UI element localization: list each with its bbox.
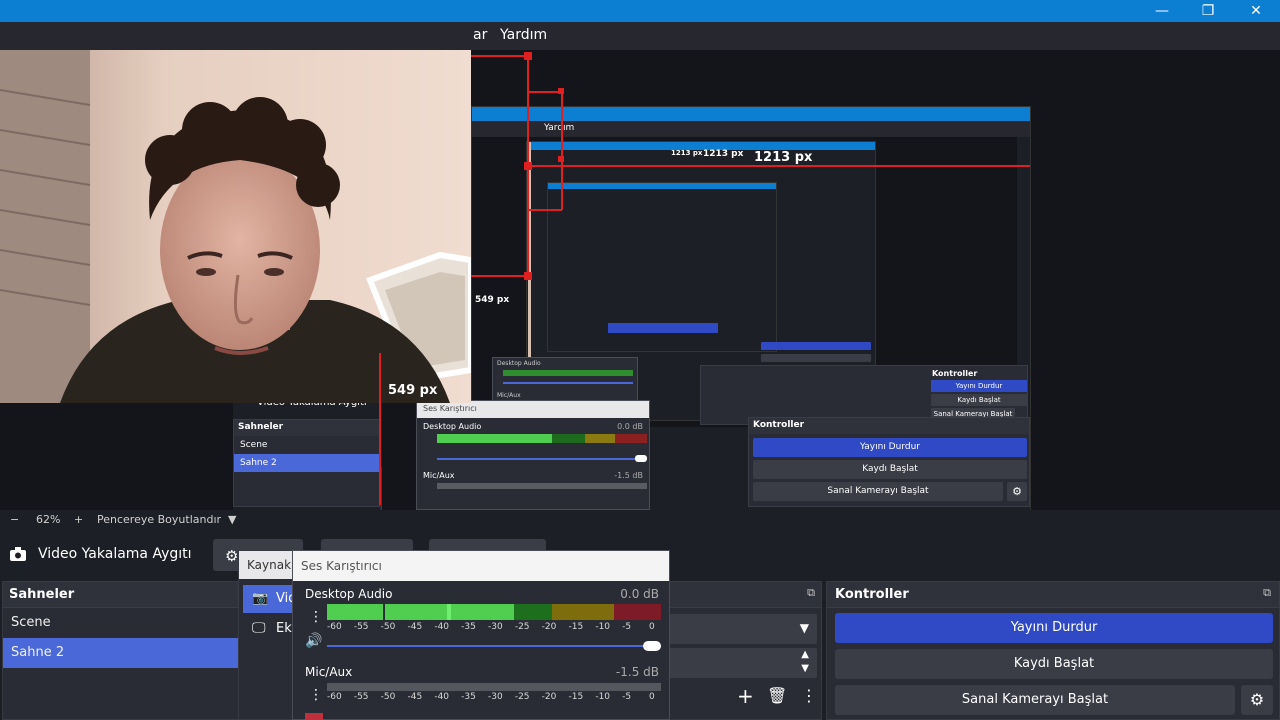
- scale-tick: -25: [514, 622, 530, 632]
- audio-mixer: Ses Karıştırıcı Desktop Audio 0.0 dB ⋮ -…: [292, 550, 670, 720]
- zoom-bar: − 62% + Pencereye Boyutlandır ▼: [0, 510, 1280, 532]
- scale-tick: 0: [649, 622, 655, 632]
- undock-icon[interactable]: ⧉: [807, 586, 815, 600]
- width-measure-label: 1213 px: [754, 150, 813, 165]
- gear-icon: ⚙: [225, 547, 239, 565]
- meter-scale: -60 -55 -50 -45 -40 -35 -30 -25 -20 -15 -10 -5 0: [327, 621, 661, 633]
- scale-tick: -5: [622, 622, 632, 632]
- scale-tick: -35: [461, 692, 476, 702]
- scale-tick: -5: [622, 692, 632, 702]
- scale-tick: -20: [541, 622, 557, 632]
- zoom-mode[interactable]: Pencereye Boyutlandır: [97, 513, 221, 526]
- scale-tick: -30: [488, 622, 503, 632]
- plus-icon[interactable]: +: [737, 684, 754, 708]
- controls-title: Kontroller: [827, 582, 1279, 608]
- meter-desktop: [327, 604, 661, 620]
- scale-tick: -40: [434, 692, 450, 702]
- source-name: Video Yakalama Aygıtı: [38, 546, 192, 562]
- transition-select[interactable]: ▼: [659, 614, 817, 644]
- scale-tick: -45: [407, 622, 423, 632]
- zoom-level: 62%: [36, 513, 61, 526]
- maximize-button[interactable]: ❐: [1194, 1, 1222, 21]
- scenes-title: Sahneler: [3, 582, 239, 608]
- camera-icon: [10, 547, 26, 561]
- volume-handle-desktop[interactable]: [643, 641, 661, 651]
- chevron-up-icon: ▲: [801, 649, 809, 660]
- monitor-icon: 🖵: [252, 620, 266, 636]
- width-measure-label-3: 1213 px: [671, 149, 703, 157]
- chevron-down-icon: ▼: [799, 621, 809, 635]
- kebab-icon[interactable]: ⋮: [309, 687, 323, 703]
- scale-tick: -35: [461, 622, 476, 632]
- kebab-icon[interactable]: ⋮: [801, 686, 817, 705]
- gear-icon[interactable]: ⚙: [1241, 685, 1273, 715]
- meter-scale: -60 -55 -50 -45 -40 -35 -30 -25 -20 -15 -10 -5 0: [327, 691, 661, 703]
- scale-tick: -30: [488, 692, 503, 702]
- scale-tick: -50: [380, 622, 396, 632]
- scene-item[interactable]: Scene: [3, 608, 239, 638]
- duration-spinbox[interactable]: ▲ ▼: [659, 648, 817, 678]
- scene-item-selected[interactable]: Sahne 2: [3, 638, 239, 668]
- mixer-title: Ses Karıştırıcı: [293, 551, 669, 581]
- channel-db-desktop: 0.0 dB: [620, 587, 659, 601]
- menu-tools[interactable]: ar: [473, 27, 487, 43]
- scale-tick: -60: [327, 692, 342, 702]
- scale-tick: -55: [353, 692, 369, 702]
- channel-name-desktop: Desktop Audio: [305, 587, 393, 601]
- camera-icon: 📷: [252, 591, 269, 606]
- chevron-down-icon[interactable]: ▼: [228, 513, 236, 526]
- minimize-button[interactable]: —: [1148, 1, 1176, 21]
- scale-tick: -20: [541, 692, 557, 702]
- width-measure-label-2: 1213 px: [703, 149, 744, 159]
- preview-canvas[interactable]: Yardım Kontroller Yayını Durdur Kaydı Ba…: [0, 50, 1280, 556]
- close-button[interactable]: ✕: [1242, 1, 1270, 21]
- scale-tick: -55: [353, 622, 369, 632]
- volume-slider-desktop[interactable]: [327, 645, 661, 647]
- height-measure-label-nested: 549 px: [475, 295, 510, 305]
- height-measure-label: 549 px: [388, 383, 438, 398]
- scale-tick: -15: [568, 622, 584, 632]
- scale-tick: -15: [568, 692, 584, 702]
- mute-indicator[interactable]: [305, 713, 323, 720]
- scale-tick: -45: [407, 692, 423, 702]
- channel-db-mic: -1.5 dB: [615, 665, 659, 679]
- chevron-down-icon: ▼: [801, 663, 809, 674]
- zoom-in-button[interactable]: +: [74, 513, 83, 526]
- scale-tick: 0: [649, 692, 655, 702]
- kebab-icon[interactable]: ⋮: [309, 609, 323, 625]
- scale-tick: -40: [434, 622, 450, 632]
- scale-tick: -25: [514, 692, 530, 702]
- speaker-icon[interactable]: 🔊: [305, 633, 322, 649]
- controls-dock: Kontroller ⧉ Yayını Durdur Kaydı Başlat …: [826, 581, 1280, 720]
- stop-stream-button[interactable]: Yayını Durdur: [835, 613, 1273, 643]
- meter-mic: [327, 683, 661, 691]
- start-record-button[interactable]: Kaydı Başlat: [835, 649, 1273, 679]
- title-bar: — ❐ ✕: [0, 0, 1280, 22]
- undock-icon[interactable]: ⧉: [1263, 586, 1271, 600]
- trash-icon[interactable]: 🗑: [767, 686, 787, 705]
- zoom-out-button[interactable]: −: [10, 513, 19, 526]
- virtual-camera-button[interactable]: Sanal Kamerayı Başlat: [835, 685, 1235, 715]
- scale-tick: -60: [327, 622, 342, 632]
- scale-tick: -10: [595, 692, 611, 702]
- scenes-dock: Sahneler Scene Sahne 2: [2, 581, 240, 720]
- menu-help[interactable]: Yardım: [500, 27, 547, 43]
- measure-overlay: [379, 52, 1030, 505]
- channel-name-mic: Mic/Aux: [305, 665, 353, 679]
- scale-tick: -10: [595, 622, 611, 632]
- menu-bar: ar Yardım: [0, 22, 1280, 50]
- scale-tick: -50: [380, 692, 396, 702]
